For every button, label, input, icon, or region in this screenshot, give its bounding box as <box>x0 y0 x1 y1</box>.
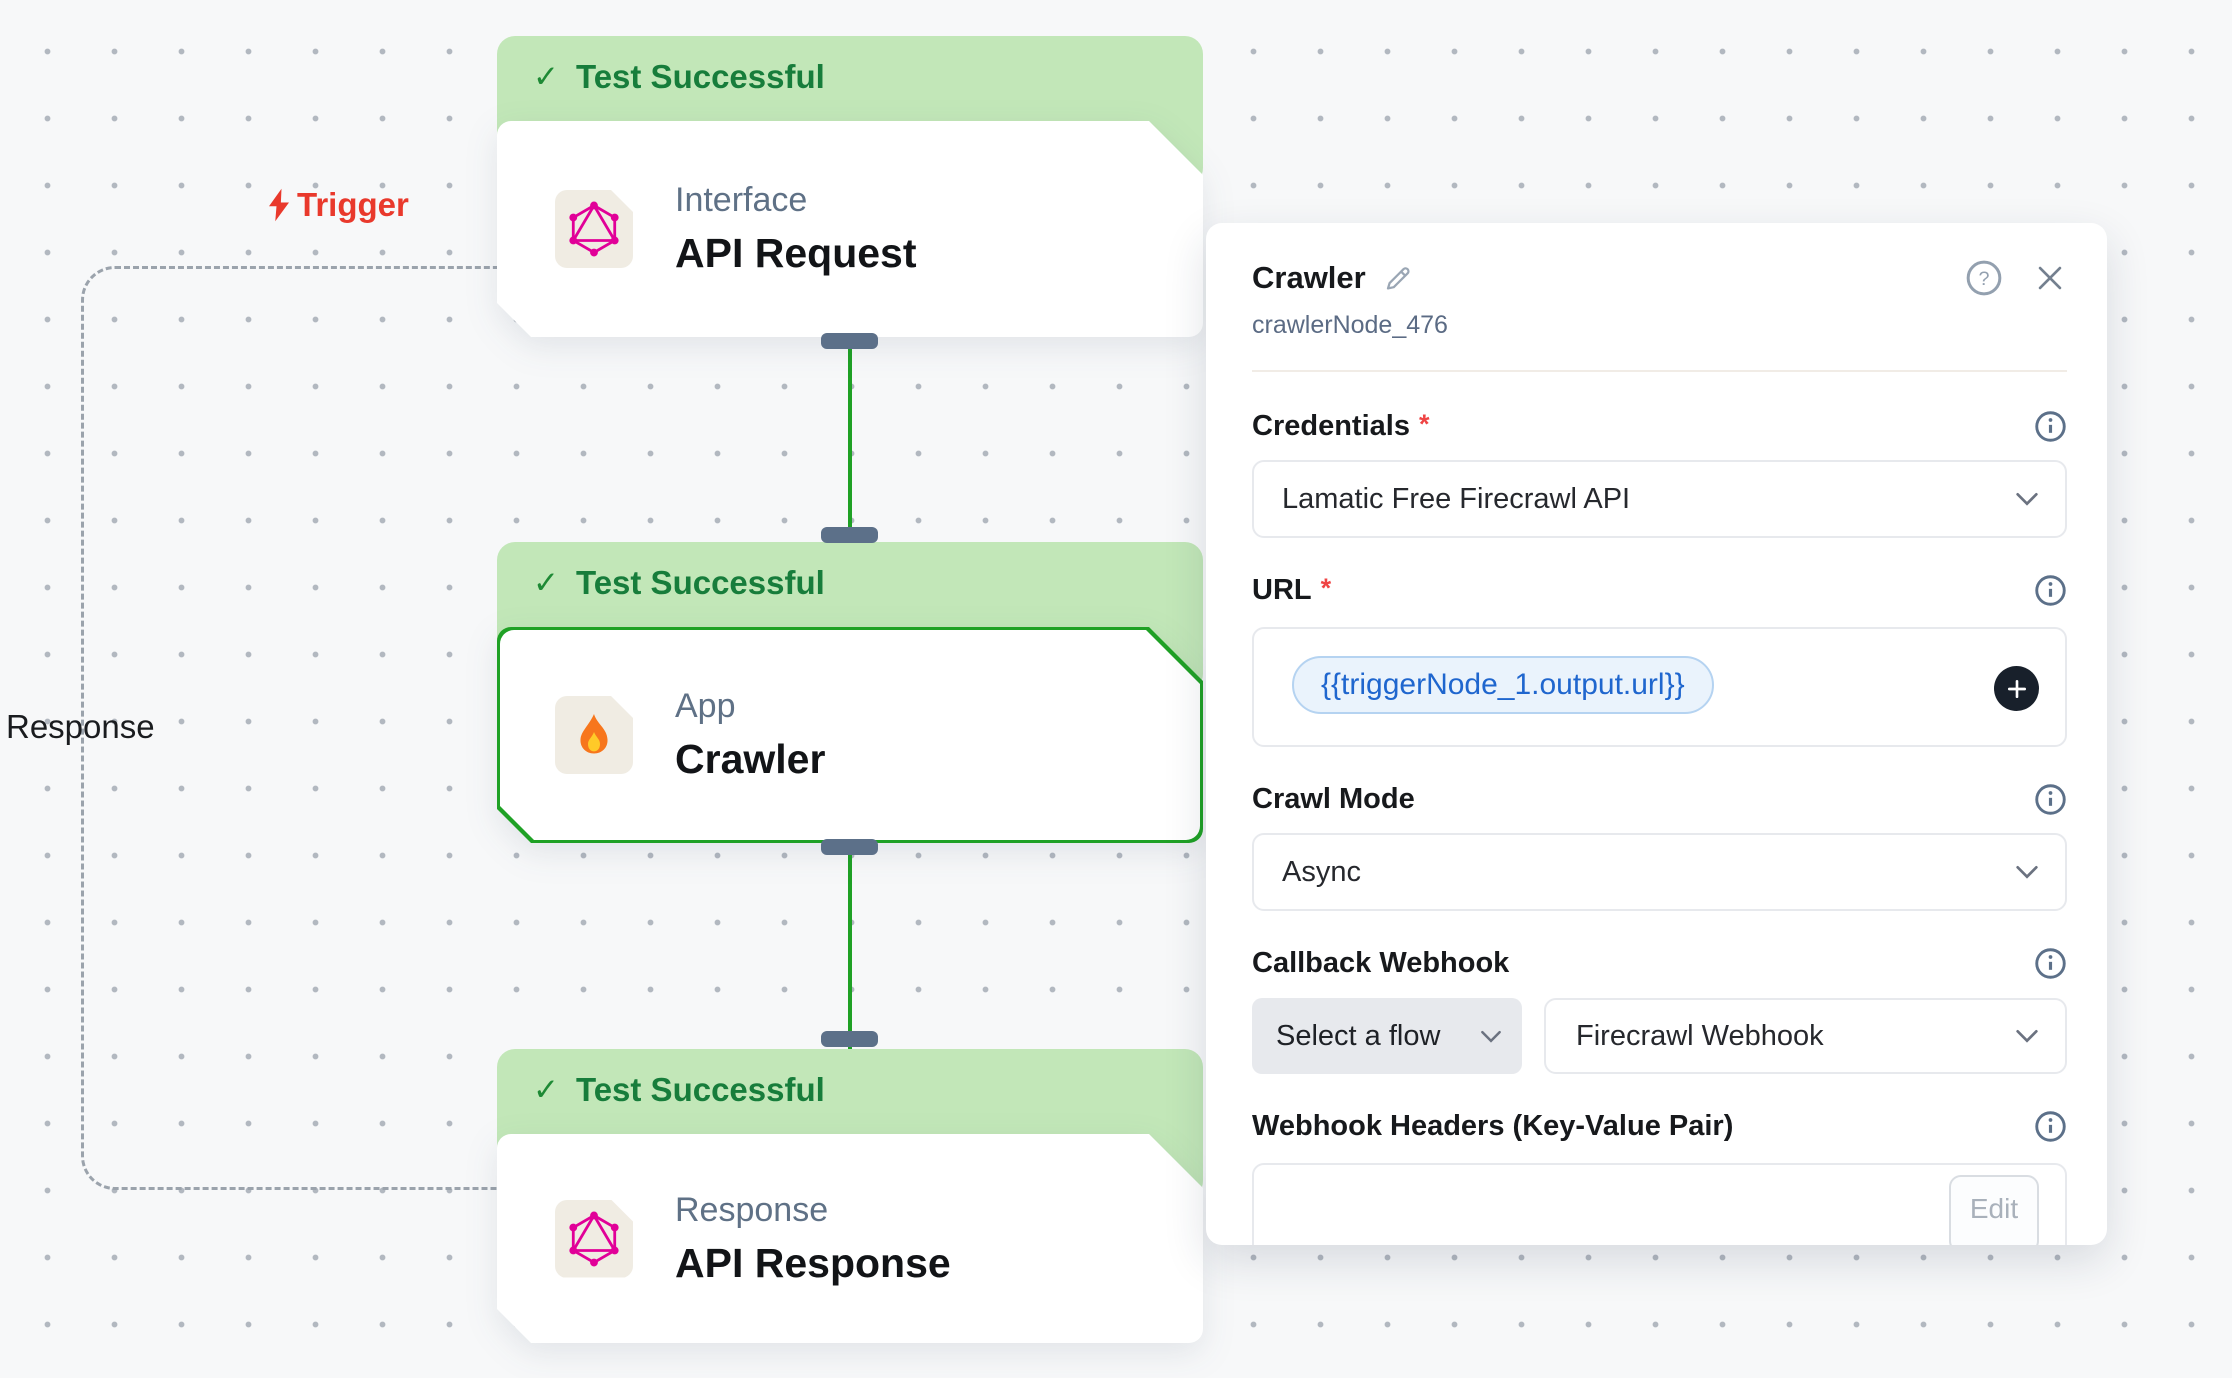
info-icon[interactable] <box>2034 410 2067 443</box>
webhook-headers-label: Webhook Headers (Key-Value Pair) <box>1252 1110 1733 1143</box>
crawl-mode-value: Async <box>1282 856 1361 889</box>
crawl-mode-select[interactable]: Async <box>1252 833 2067 911</box>
divider <box>1252 370 2067 372</box>
info-icon[interactable] <box>2034 947 2067 980</box>
callback-webhook-label: Callback Webhook <box>1252 947 1509 980</box>
input-handle-crawler[interactable] <box>821 527 878 543</box>
edit-headers-button[interactable]: Edit <box>1949 1175 2039 1245</box>
fire-icon <box>555 696 633 774</box>
node-category: App <box>675 687 825 726</box>
node-category: Response <box>675 1191 951 1230</box>
required-marker: * <box>1419 409 1430 440</box>
lightning-bolt-icon <box>264 187 294 223</box>
url-input[interactable]: {{triggerNode_1.output.url}} <box>1252 627 2067 747</box>
node-category: Interface <box>675 181 917 220</box>
info-icon[interactable] <box>2034 1110 2067 1143</box>
trigger-label: Trigger <box>264 186 409 224</box>
url-label: URL <box>1252 574 1312 607</box>
info-icon[interactable] <box>2034 574 2067 607</box>
crawl-mode-label: Crawl Mode <box>1252 783 1415 816</box>
info-icon[interactable] <box>2034 783 2067 816</box>
add-variable-button[interactable] <box>1994 666 2039 711</box>
node-title: API Request <box>675 230 917 277</box>
required-marker: * <box>1321 573 1332 604</box>
node-status-text: Test Successful <box>576 58 825 96</box>
svg-text:?: ? <box>1978 268 1989 290</box>
chevron-down-icon <box>1480 1030 1502 1043</box>
help-icon[interactable]: ? <box>1965 259 2003 297</box>
node-crawler[interactable]: ✓ Test Successful App Crawler <box>497 542 1203 843</box>
check-icon: ✓ <box>533 1072 559 1108</box>
url-variable-chip[interactable]: {{triggerNode_1.output.url}} <box>1292 656 1714 714</box>
node-status-text: Test Successful <box>576 564 825 602</box>
check-icon: ✓ <box>533 59 559 95</box>
webhook-select[interactable]: Firecrawl Webhook <box>1544 998 2067 1074</box>
chevron-down-icon <box>2015 865 2039 879</box>
node-title: Crawler <box>675 736 825 783</box>
edit-name-pencil-icon[interactable] <box>1382 262 1414 294</box>
trigger-label-text: Trigger <box>297 186 409 224</box>
edge-crawler-to-response <box>848 843 852 1049</box>
input-handle-api-response[interactable] <box>821 1031 878 1047</box>
credentials-select[interactable]: Lamatic Free Firecrawl API <box>1252 460 2067 538</box>
flow-select-placeholder: Select a flow <box>1276 1020 1440 1053</box>
flow-editor-canvas: Trigger Response ✓ Test Successful <box>0 0 2232 1378</box>
response-label: Response <box>6 708 155 746</box>
edge-request-to-crawler <box>848 337 852 542</box>
credentials-label: Credentials <box>1252 410 1410 443</box>
webhook-select-value: Firecrawl Webhook <box>1576 1020 1824 1053</box>
credentials-value: Lamatic Free Firecrawl API <box>1282 483 1630 516</box>
node-title: API Response <box>675 1240 951 1287</box>
panel-title: Crawler <box>1252 260 1366 296</box>
graphql-icon <box>555 190 633 268</box>
output-handle-api-request[interactable] <box>821 333 878 349</box>
node-status-text: Test Successful <box>576 1071 825 1109</box>
graphql-icon <box>555 1200 633 1278</box>
check-icon: ✓ <box>533 565 559 601</box>
flow-select[interactable]: Select a flow <box>1252 998 1522 1074</box>
webhook-headers-input[interactable]: Edit <box>1252 1163 2067 1245</box>
node-api-response[interactable]: ✓ Test Successful <box>497 1049 1203 1343</box>
node-config-panel: Crawler ? <box>1206 223 2107 1245</box>
output-handle-crawler[interactable] <box>821 839 878 855</box>
close-icon[interactable] <box>2033 261 2067 295</box>
chevron-down-icon <box>2015 1029 2039 1043</box>
node-id: crawlerNode_476 <box>1252 311 2067 340</box>
chevron-down-icon <box>2015 492 2039 506</box>
node-api-request[interactable]: ✓ Test Successful <box>497 36 1203 337</box>
